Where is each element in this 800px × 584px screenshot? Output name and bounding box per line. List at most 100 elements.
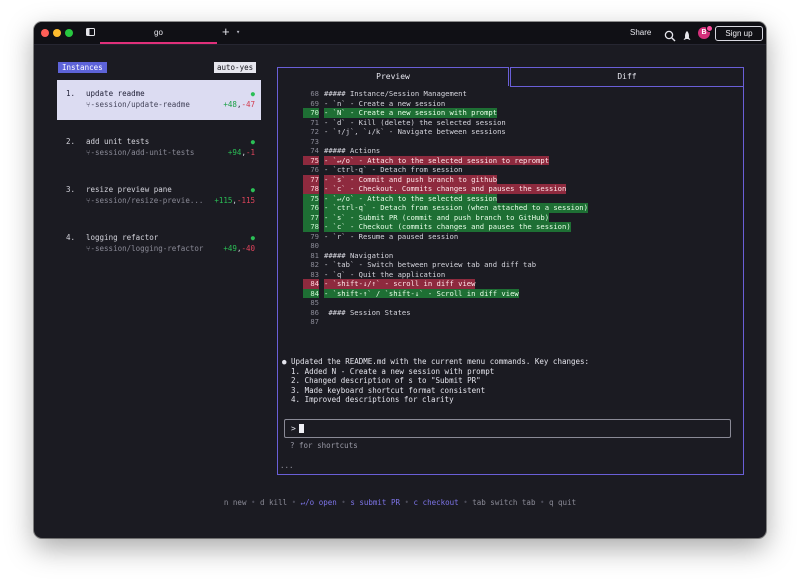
code-line: 78 - `c` - Checkout. Commits changes and … — [283, 184, 738, 194]
summary-heading: ● Updated the README.md with the current… — [282, 357, 590, 366]
status-dot-icon: ● — [250, 138, 255, 146]
session-title: logging refactor — [86, 233, 159, 242]
line-number: 78 — [303, 222, 319, 232]
minimize-window-button[interactable] — [53, 29, 61, 37]
tab-diff[interactable]: Diff — [510, 67, 744, 87]
tab-preview[interactable]: Preview — [277, 67, 509, 86]
line-text: - `q` - Quit the application — [324, 269, 446, 279]
added-lines: +94 — [227, 148, 242, 157]
removed-lines: -1 — [245, 148, 255, 157]
added-lines: +48 — [223, 100, 237, 109]
line-text: - `s` - Commit and push branch to github — [324, 174, 498, 184]
terminal-window: go + ▾ Share B Sign up Instances auto-ye… — [34, 22, 766, 538]
line-number: 76 — [303, 203, 319, 213]
session-title: update readme — [86, 89, 145, 98]
code-line: 71 - `d` - Kill (delete) the selected ses… — [283, 118, 738, 128]
footer-keybinding: s submit PR — [350, 498, 400, 507]
line-number: 75 — [303, 193, 319, 203]
line-text: - `ctrl-q` - Detach from session (when a… — [324, 203, 588, 213]
prompt-input[interactable]: > — [284, 419, 731, 438]
line-text: - `N` - Create a new session with prompt — [324, 108, 498, 118]
close-window-button[interactable] — [41, 29, 49, 37]
line-text: #### Session States — [324, 307, 411, 317]
line-number: 74 — [310, 146, 319, 155]
session-branch: ⑂-session/update-readme — [86, 100, 190, 109]
summary-item: 1. Added N - Create a new session with p… — [282, 366, 495, 376]
title-bar: go + ▾ Share B Sign up — [34, 22, 766, 45]
session-item[interactable]: 1. update readme ● ⑂-session/update-read… — [57, 80, 261, 120]
line-text: - `↵/o` - Attach to the selected session… — [324, 155, 550, 165]
line-number: 87 — [310, 317, 319, 326]
footer-separator: • — [336, 498, 351, 507]
line-number: 72 — [310, 127, 319, 136]
line-number: 68 — [310, 89, 319, 98]
footer-keybinding: d kill — [260, 498, 288, 507]
code-line: 69 - `n` - Create a new session — [283, 99, 738, 109]
text-caret — [298, 424, 304, 433]
code-line: 80 — [283, 241, 738, 251]
line-number: 81 — [310, 250, 319, 260]
tab-go[interactable]: go — [100, 22, 217, 44]
added-lines: +49 — [223, 244, 237, 253]
chevron-down-icon[interactable]: ▾ — [236, 28, 240, 36]
sign-up-button[interactable]: Sign up — [715, 26, 763, 41]
session-item[interactable]: 4. logging refactor ● ⑂-session/logging-… — [57, 224, 261, 264]
code-line: 85 — [283, 298, 738, 308]
line-text: - `shift-↑` / `shift-↓` - Scroll in diff… — [324, 288, 519, 298]
footer-separator: • — [535, 498, 550, 507]
code-line: 75 - `↵/o` - Attach to the selected sessi… — [283, 155, 738, 165]
session-diff-stats: +49,-40 — [223, 244, 255, 253]
line-number: 76 — [310, 165, 319, 174]
keybinding-footer: n new • d kill • ↵/o open • s submit PR … — [34, 498, 766, 507]
preview-pane: 68 ##### Instance/Session Management 69 - `… — [277, 85, 744, 475]
search-icon[interactable] — [664, 27, 676, 42]
line-number: 83 — [310, 269, 319, 279]
session-item[interactable]: 3. resize preview pane ● ⑂-session/resiz… — [57, 176, 261, 216]
removed-lines: -115 — [236, 196, 255, 205]
sidebar-toggle-icon[interactable] — [86, 28, 95, 36]
line-number: 84 — [303, 288, 319, 298]
code-line: 73 — [283, 137, 738, 147]
summary-item: 4. Improved descriptions for clarity — [282, 395, 454, 404]
new-tab-button[interactable]: + — [222, 25, 230, 39]
line-text: ##### Navigation — [324, 250, 394, 260]
code-line: 84 - `shift-↓/↑` - scroll in diff view — [283, 279, 738, 289]
line-number: 73 — [310, 136, 319, 146]
line-number: 75 — [303, 155, 319, 165]
removed-lines: -47 — [241, 100, 255, 109]
status-dot-icon: ● — [250, 90, 255, 98]
line-number: 82 — [310, 260, 319, 269]
line-number: 86 — [310, 307, 319, 317]
status-dot-icon: ● — [250, 234, 255, 242]
line-number: 84 — [303, 279, 319, 289]
line-text: - `↑/j`, `↓/k` - Navigate between sessio… — [324, 127, 506, 136]
session-branch: ⑂-session/resize-previe... — [86, 196, 204, 205]
footer-separator: • — [287, 498, 301, 507]
share-button[interactable]: Share — [630, 28, 651, 37]
summary-item: 3. Made keyboard shortcut format consist… — [282, 385, 486, 395]
code-line: 81 ##### Navigation — [283, 251, 738, 261]
footer-keybinding: q quit — [549, 498, 577, 507]
line-text: - `c` - Checkout. Commits changes and pa… — [324, 184, 567, 194]
line-number: 71 — [310, 117, 319, 127]
maximize-window-button[interactable] — [65, 29, 73, 37]
code-line: 77 - `s` - Commit and push branch to gith… — [283, 174, 738, 184]
footer-keybinding: tab switch tab — [472, 498, 536, 507]
code-line: 82 - `tab` - Switch between preview tab a… — [283, 260, 738, 270]
line-text: - `c` - Checkout (commits changes and pa… — [324, 222, 571, 232]
code-line: 84 - `shift-↑` / `shift-↓` - Scroll in di… — [283, 288, 738, 298]
session-branch: ⑂-session/logging-refactor — [86, 244, 204, 253]
line-number: 78 — [303, 184, 319, 194]
line-text: - `r` - Resume a paused session — [324, 231, 459, 241]
summary-item: 2. Changed description of s to "Submit P… — [282, 376, 481, 385]
code-line: 75 - `↵/o` - Attach to the selected sessi… — [283, 193, 738, 203]
rocket-icon[interactable] — [681, 27, 693, 40]
session-title: add unit tests — [86, 137, 150, 146]
line-text: - `s` - Submit PR (commit and push branc… — [324, 212, 550, 222]
line-number: 79 — [310, 231, 319, 241]
session-item[interactable]: 2. add unit tests ● ⑂-session/add-unit-t… — [57, 128, 261, 168]
session-diff-stats: +94,-1 — [227, 148, 255, 157]
session-branch: ⑂-session/add-unit-tests — [86, 148, 195, 157]
code-line: 79 - `r` - Resume a paused session — [283, 232, 738, 242]
auto-yes-badge[interactable]: auto-yes — [214, 62, 257, 73]
